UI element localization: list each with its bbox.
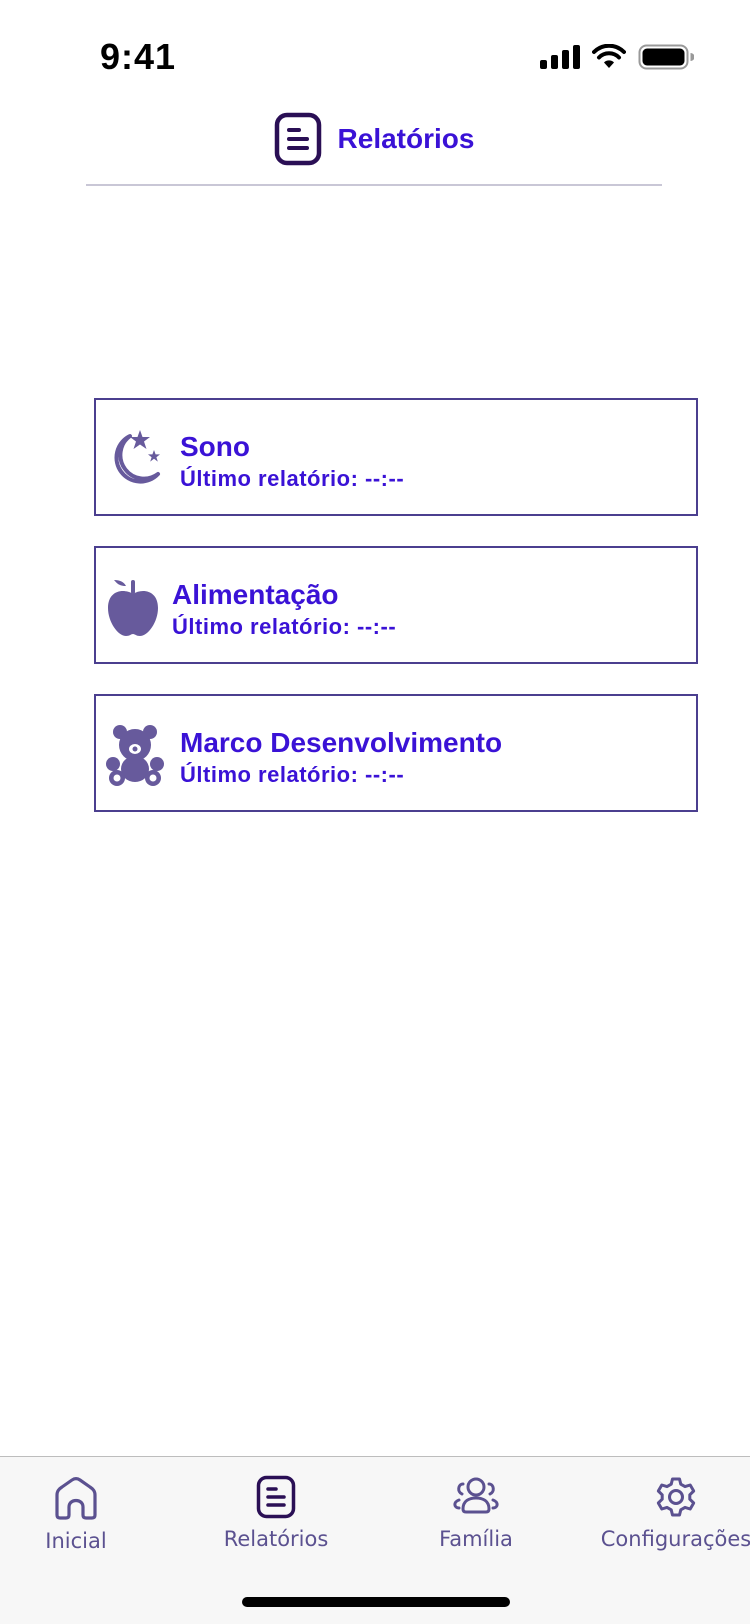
teddy-bear-icon (106, 725, 164, 786)
report-last-date: Último relatório: --:-- (180, 466, 405, 491)
gear-icon (656, 1477, 696, 1517)
home-indicator (242, 1597, 510, 1607)
status-time: 9:41 (100, 36, 177, 77)
report-title: Marco Desenvolvimento (180, 727, 503, 758)
page-title: Relatórios (337, 123, 475, 154)
page-header: Relatórios (86, 104, 662, 186)
tab-label: Inicial (45, 1529, 107, 1553)
tab-label: Configurações (600, 1527, 750, 1551)
tab-inicial[interactable]: Inicial (0, 1475, 166, 1553)
tab-label: Relatórios (223, 1527, 329, 1551)
report-title: Alimentação (172, 579, 339, 610)
tab-configuracoes[interactable]: Configurações (586, 1475, 750, 1551)
wifi-icon (592, 44, 626, 68)
report-card-alimentacao[interactable]: Alimentação Último relatório: --:-- (94, 546, 698, 664)
tab-familia[interactable]: Família (386, 1475, 566, 1551)
tab-relatorios[interactable]: Relatórios (186, 1475, 366, 1551)
tab-label: Família (439, 1527, 513, 1551)
moon-stars-icon (114, 430, 160, 484)
apple-icon (108, 580, 158, 636)
status-bar: 9:41 (0, 0, 750, 100)
battery-icon (638, 44, 694, 70)
family-icon (453, 1477, 499, 1514)
report-icon (256, 1475, 296, 1519)
report-title: Sono (180, 431, 250, 462)
status-icons (540, 44, 694, 70)
report-card-sono[interactable]: Sono Último relatório: --:-- (94, 398, 698, 516)
report-last-date: Último relatório: --:-- (172, 614, 397, 639)
signal-icon (540, 45, 580, 69)
report-icon (274, 112, 321, 166)
report-card-marco-desenvolvimento[interactable]: Marco Desenvolvimento Último relatório: … (94, 694, 698, 812)
report-last-date: Último relatório: --:-- (180, 762, 405, 787)
tab-bar: Inicial Relatórios Família Configurações (0, 1456, 750, 1624)
home-icon (55, 1477, 97, 1520)
